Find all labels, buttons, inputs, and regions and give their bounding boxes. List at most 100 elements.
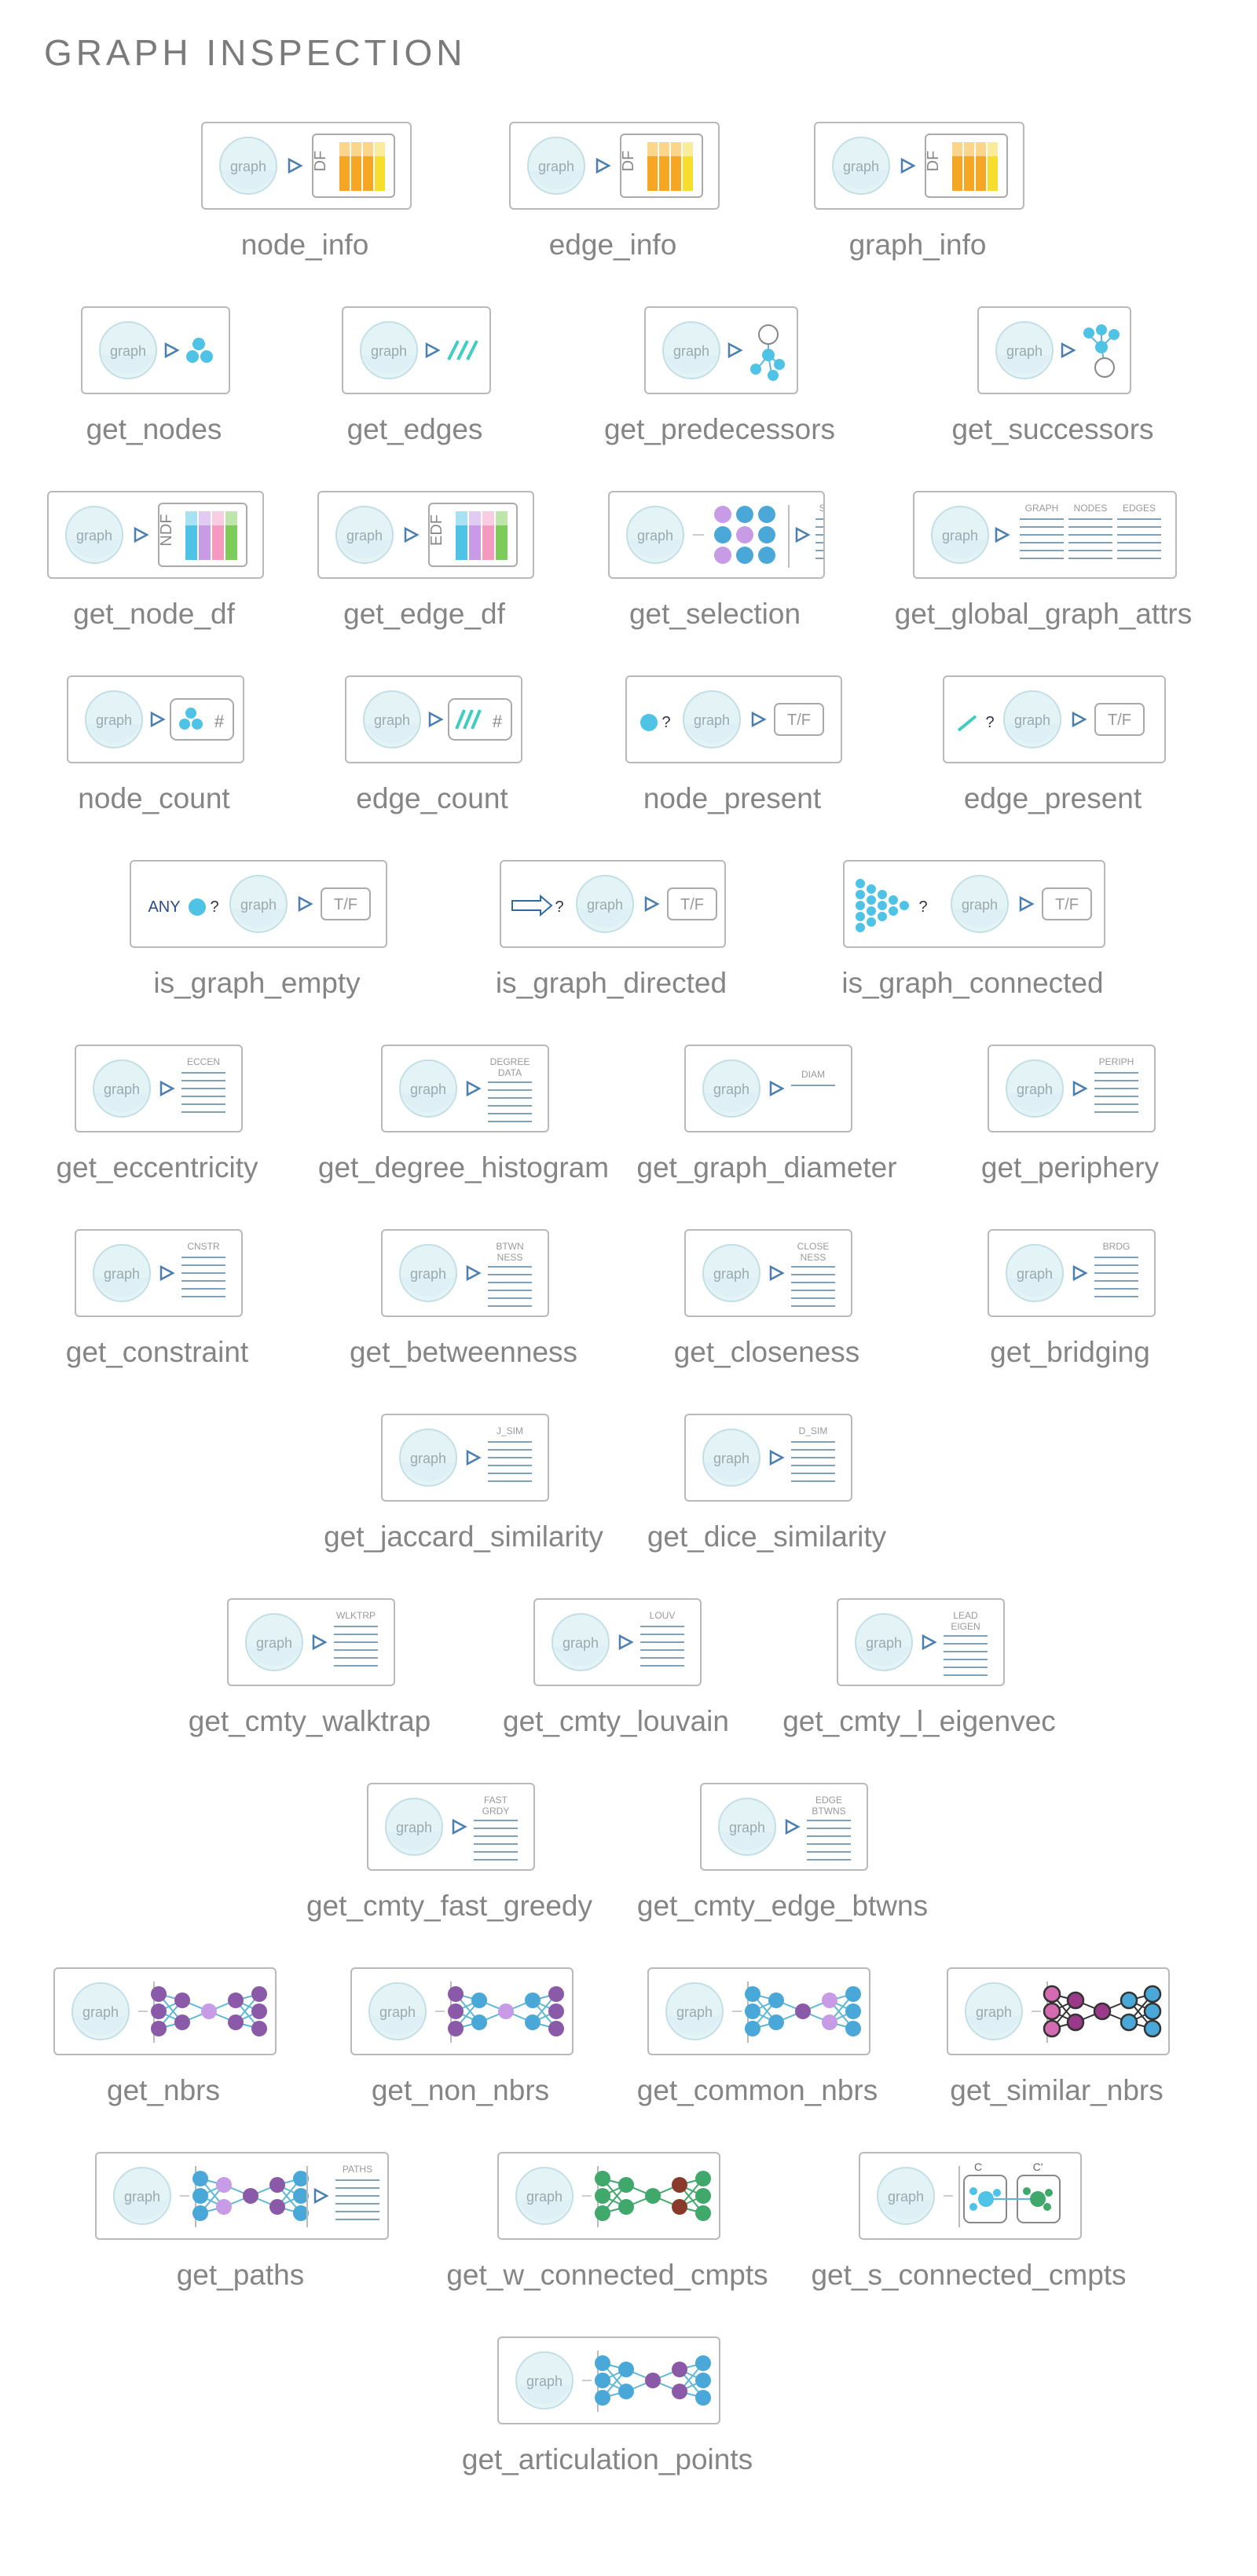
arrow-query-icon: ? T/F graph	[511, 875, 717, 933]
node-dot	[185, 708, 196, 719]
list-tag: PATHS	[343, 2164, 372, 2175]
arrow-icon	[313, 2187, 329, 2205]
network-node	[1143, 2019, 1162, 2038]
grid-node	[758, 547, 775, 564]
function-label: get_global_graph_attrs	[894, 598, 1193, 630]
table-tag: DF	[620, 151, 637, 172]
arrow-icon	[795, 526, 811, 543]
graph-label: graph	[538, 159, 574, 174]
selection-grid-icon	[714, 506, 775, 564]
arrow-icon	[596, 157, 611, 174]
node-dot	[1045, 2189, 1053, 2197]
function-label: get_similar_nbrs	[950, 2074, 1164, 2106]
network-node	[251, 1986, 267, 2002]
network-nbrs-icon: graph	[71, 1981, 267, 2043]
network-node	[672, 2384, 687, 2399]
graph-label: graph	[1017, 1081, 1053, 1097]
function-icon-box: graph	[497, 2152, 720, 2240]
output-list-icon: DEGREEDATA	[488, 1056, 532, 1122]
function-label: graph_info	[848, 229, 987, 261]
node-dot	[856, 912, 865, 921]
network-node	[525, 1992, 541, 2008]
function-icon-box: graph J_SIM	[381, 1414, 549, 1502]
node-dot	[878, 912, 887, 921]
output-list-icon: FASTGRDY	[474, 1795, 518, 1861]
network-node	[1143, 1985, 1162, 2003]
graph-circle-icon: graph	[1006, 1244, 1064, 1302]
edges-icon	[447, 340, 478, 360]
list-icon: graph PERIPH	[1006, 1056, 1138, 1118]
node-dot	[762, 349, 775, 361]
graph-circle-icon: graph	[702, 1429, 760, 1487]
graph-circle-icon: graph	[399, 1244, 457, 1302]
function-label: get_bridging	[990, 1336, 1150, 1368]
function-icon-box: graph DIAM	[684, 1045, 852, 1132]
function-label: get_betweenness	[349, 1336, 578, 1368]
function-icon-box: graph	[53, 1967, 277, 2055]
network-node	[192, 2188, 208, 2204]
grid-node	[736, 506, 753, 523]
list-icon: graph J_SIM	[399, 1425, 532, 1487]
function-label: get_degree_histogram	[317, 1151, 610, 1184]
network-node	[151, 2021, 167, 2036]
node-dot	[978, 2191, 994, 2207]
network-node	[768, 2014, 784, 2030]
network-node	[745, 2021, 760, 2036]
graph-circle-icon: graph	[85, 690, 143, 748]
function-icon-box: graph ECCEN	[75, 1045, 243, 1132]
function-icon-box: graph EDF	[317, 491, 534, 579]
tf-label: T/F	[1108, 712, 1131, 729]
node-dot	[993, 2189, 1001, 2197]
arrow-icon	[995, 526, 1010, 543]
table-header	[351, 142, 361, 156]
network-node	[595, 2188, 610, 2204]
graph-circle-icon: graph	[855, 1613, 913, 1671]
list-icon: graph LEADEIGEN	[855, 1610, 988, 1676]
function-icon-box: graph EDGE BTWNS	[700, 1783, 868, 1871]
function-label: is_graph_directed	[495, 967, 727, 999]
network-node	[618, 2199, 634, 2215]
function-label: get_w_connected_cmpts	[446, 2259, 768, 2291]
node-dot	[1083, 327, 1094, 338]
network-node	[1120, 1991, 1138, 2010]
node-dot	[878, 901, 887, 910]
list-tag: DIAM	[801, 1069, 825, 1080]
output-list-icon: PATHS	[335, 2164, 379, 2220]
function-label: get_cmty_walktrap	[188, 1705, 431, 1737]
network-icon	[595, 2171, 711, 2221]
table-header	[683, 142, 693, 156]
function-label: get_nodes	[86, 413, 222, 445]
table-header	[199, 511, 211, 525]
df-table-icon: NDF	[158, 503, 247, 567]
graph-circle-icon: graph	[995, 321, 1054, 379]
question-mark: ?	[985, 714, 994, 731]
network-node	[192, 2205, 208, 2221]
network-icon	[151, 1986, 267, 2036]
arrow-icon	[900, 157, 916, 174]
node-dot	[900, 901, 909, 910]
count-box-icon: #	[448, 698, 512, 741]
function-icon-box: graph CNSTR	[75, 1229, 243, 1317]
network-node	[1093, 2002, 1112, 2021]
arrow-icon	[466, 1264, 482, 1282]
list-tag: SELECT	[819, 503, 823, 514]
list-tag: CNSTR	[187, 1241, 220, 1252]
graph-circle-icon: graph	[335, 506, 394, 564]
graph-circle-icon: graph	[665, 1982, 724, 2040]
arrow-icon	[1072, 1264, 1088, 1282]
node-dot	[889, 906, 898, 916]
function-label: get_successors	[951, 413, 1154, 445]
list-tag: BTWNS	[812, 1806, 845, 1817]
graph-circle-icon: graph	[219, 137, 277, 195]
table-header	[225, 511, 237, 525]
arrow-icon	[618, 1634, 634, 1651]
arrow-icon	[785, 1818, 801, 1835]
list-tag: WLKTRP	[336, 1610, 376, 1621]
function-label: get_s_connected_cmpts	[811, 2259, 1127, 2291]
graph-label: graph	[637, 528, 673, 543]
function-icon-box: graph D_SIM	[684, 1414, 852, 1502]
table-header	[647, 142, 658, 156]
list-tag: BTWN	[496, 1241, 523, 1252]
grid-node	[758, 526, 775, 543]
graph-label: graph	[396, 1820, 432, 1835]
